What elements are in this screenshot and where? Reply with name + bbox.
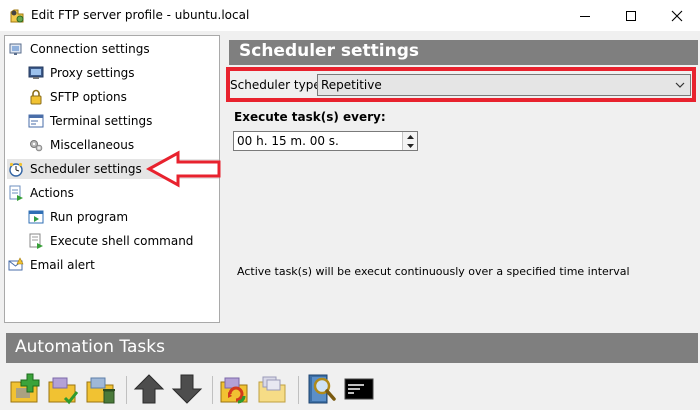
add-task-icon xyxy=(10,373,40,403)
move-up-button[interactable] xyxy=(132,372,166,406)
email-alert-icon xyxy=(7,257,25,273)
gears-icon xyxy=(27,137,45,153)
minimize-button[interactable] xyxy=(562,0,608,31)
execute-every-label: Execute task(s) every: xyxy=(234,110,386,124)
monitor-icon xyxy=(27,65,45,81)
tree-item-label: Connection settings xyxy=(30,42,150,56)
tree-item-execute-shell-command[interactable]: Execute shell command xyxy=(27,231,193,251)
automation-toolbar xyxy=(6,368,698,410)
search-log-button[interactable] xyxy=(304,372,338,406)
tree-item-terminal-settings[interactable]: Terminal settings xyxy=(27,111,152,131)
automation-tasks-header: Automation Tasks xyxy=(6,333,698,363)
move-up-icon xyxy=(133,374,165,404)
maximize-button[interactable] xyxy=(608,0,654,31)
scheduler-type-select[interactable]: Repetitive xyxy=(317,74,691,96)
tree-item-actions[interactable]: Actions xyxy=(7,183,74,203)
edit-task-icon xyxy=(48,377,79,405)
window-title: Edit FTP server profile - ubuntu.local xyxy=(31,8,250,22)
scheduler-description: Active task(s) will be execut continuous… xyxy=(237,265,630,278)
run-window-icon xyxy=(27,209,45,225)
page-title: Scheduler settings xyxy=(239,41,420,61)
toolbar-separator xyxy=(212,376,213,404)
search-log-icon xyxy=(308,374,336,404)
spinner-down-button[interactable] xyxy=(403,141,417,150)
actions-icon xyxy=(7,185,25,201)
toolbar-separator xyxy=(298,376,299,404)
scheduler-type-value: Repetitive xyxy=(321,78,382,92)
tree-item-miscellaneous[interactable]: Miscellaneous xyxy=(27,135,134,155)
scheduler-settings-header: Scheduler settings xyxy=(229,40,698,65)
terminal-window-icon xyxy=(27,113,45,129)
tree-item-label: Actions xyxy=(30,186,74,200)
tree-item-email-alert[interactable]: Email alert xyxy=(7,255,95,275)
console-button[interactable] xyxy=(342,372,376,406)
tree-item-label: Miscellaneous xyxy=(50,138,135,152)
close-icon xyxy=(671,10,683,21)
tree-item-label: Execute shell command xyxy=(50,234,194,248)
lock-icon xyxy=(27,89,45,105)
copy-task-button[interactable] xyxy=(256,372,290,406)
annotation-arrow-icon xyxy=(146,150,221,188)
tree-item-label: Scheduler settings xyxy=(30,162,142,176)
scheduler-type-label: Scheduler type: xyxy=(230,78,325,92)
title-bar: Edit FTP server profile - ubuntu.local xyxy=(0,0,700,31)
maximize-icon xyxy=(626,10,636,21)
tree-item-label: SFTP options xyxy=(50,90,127,104)
move-down-button[interactable] xyxy=(170,372,204,406)
delete-task-button[interactable] xyxy=(84,372,118,406)
plug-icon xyxy=(7,41,25,57)
caret-up-icon xyxy=(406,134,414,139)
script-icon xyxy=(27,233,45,249)
delete-task-icon xyxy=(86,377,115,404)
automation-tasks-title: Automation Tasks xyxy=(15,337,165,357)
tree-item-label: Run program xyxy=(50,210,129,224)
app-icon xyxy=(9,8,25,24)
tree-item-run-program[interactable]: Run program xyxy=(27,207,128,227)
move-down-icon xyxy=(171,374,203,404)
clock-icon xyxy=(7,161,25,177)
spinner-buttons xyxy=(402,132,417,150)
interval-spinner[interactable]: 00 h. 15 m. 00 s. xyxy=(233,131,418,151)
edit-ftp-profile-window: Edit FTP server profile - ubuntu.local C… xyxy=(0,0,700,410)
caret-down-icon xyxy=(406,143,414,148)
tree-item-label: Proxy settings xyxy=(50,66,135,80)
toolbar-separator xyxy=(126,376,127,404)
edit-task-button[interactable] xyxy=(46,372,80,406)
refresh-task-icon xyxy=(220,377,248,404)
interval-value: 00 h. 15 m. 00 s. xyxy=(237,134,339,148)
refresh-task-button[interactable] xyxy=(218,372,252,406)
copy-task-icon xyxy=(258,376,286,403)
minimize-icon xyxy=(580,15,590,17)
close-button[interactable] xyxy=(654,0,700,31)
tree-item-label: Email alert xyxy=(30,258,95,272)
add-task-button[interactable] xyxy=(8,372,42,406)
tree-item-connection-settings[interactable]: Connection settings xyxy=(7,39,150,59)
tree-item-label: Terminal settings xyxy=(50,114,153,128)
chevron-down-icon xyxy=(675,82,685,88)
console-icon xyxy=(344,378,374,400)
tree-item-proxy-settings[interactable]: Proxy settings xyxy=(27,63,135,83)
tree-item-sftp-options[interactable]: SFTP options xyxy=(27,87,127,107)
